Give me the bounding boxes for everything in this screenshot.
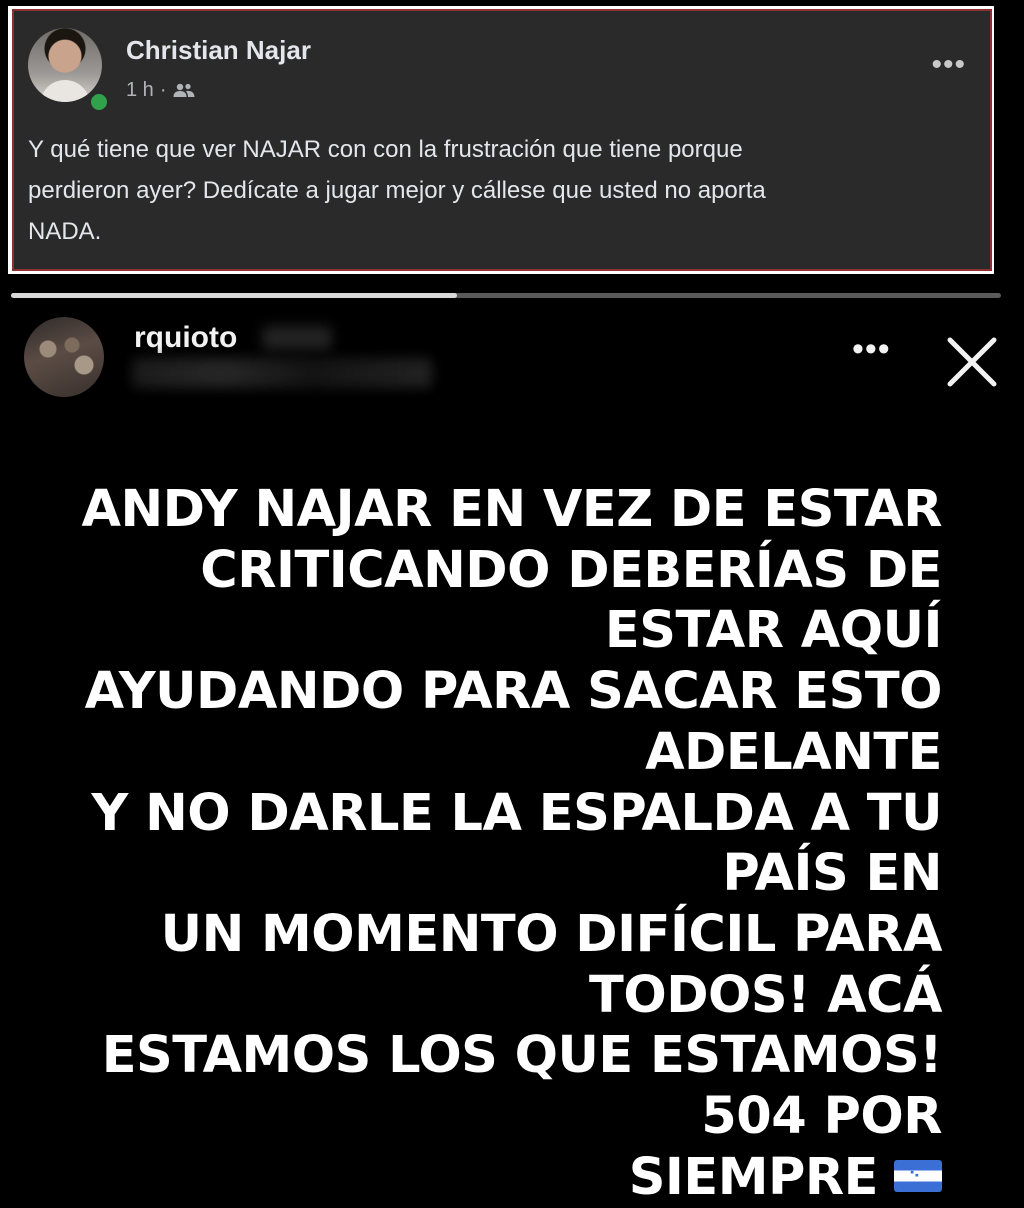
more-horizontal-icon[interactable]: •••	[931, 50, 966, 80]
story-text: ANDY NAJAR EN VEZ DE ESTAR CRITICANDO DE…	[6, 480, 943, 1208]
story-username[interactable]: rquioto	[134, 321, 237, 355]
story-line: SIEMPRE	[628, 1147, 879, 1207]
comment-line: NADA.	[28, 218, 102, 245]
comment-line: Y qué tiene que ver NAJAR con con la fru…	[28, 136, 743, 163]
facebook-comment-card: Christian Najar 1 h · ••• Y qué tiene qu…	[12, 9, 992, 271]
story-line: ESTAMOS LOS QUE ESTAMOS! 504 POR	[101, 1026, 943, 1147]
post-time[interactable]: 1 h	[126, 79, 154, 102]
more-horizontal-icon[interactable]: •••	[852, 332, 891, 366]
online-status-dot	[88, 91, 110, 113]
blurred-region	[132, 358, 432, 388]
comment-line: perdieron ayer? Dedícate a jugar mejor y…	[28, 177, 766, 204]
story-line: UN MOMENTO DIFÍCIL PARA TODOS! ACÁ	[160, 904, 943, 1025]
story-line: CRITICANDO DEBERÍAS DE ESTAR AQUÍ	[200, 540, 942, 661]
friends-icon[interactable]	[172, 82, 196, 100]
story-progress-fill	[11, 293, 457, 298]
comment-text: Y qué tiene que ver NAJAR con con la fru…	[28, 129, 968, 252]
story-line: ANDY NAJAR EN VEZ DE ESTAR	[81, 480, 943, 539]
post-meta: 1 h ·	[126, 79, 196, 102]
avatar[interactable]	[28, 28, 102, 102]
story-line-last: SIEMPRE	[6, 1148, 942, 1208]
story-line: Y NO DARLE LA ESPALDA A TU PAÍS EN	[91, 783, 942, 904]
honduras-flag-icon	[894, 1159, 942, 1192]
blurred-region	[262, 326, 332, 350]
author-name[interactable]: Christian Najar	[126, 35, 311, 66]
close-icon[interactable]	[946, 336, 998, 388]
meta-separator: ·	[159, 79, 167, 101]
story-progress-bar	[11, 293, 1001, 298]
story-line: AYUDANDO PARA SACAR ESTO ADELANTE	[84, 662, 943, 782]
avatar[interactable]	[24, 317, 104, 397]
